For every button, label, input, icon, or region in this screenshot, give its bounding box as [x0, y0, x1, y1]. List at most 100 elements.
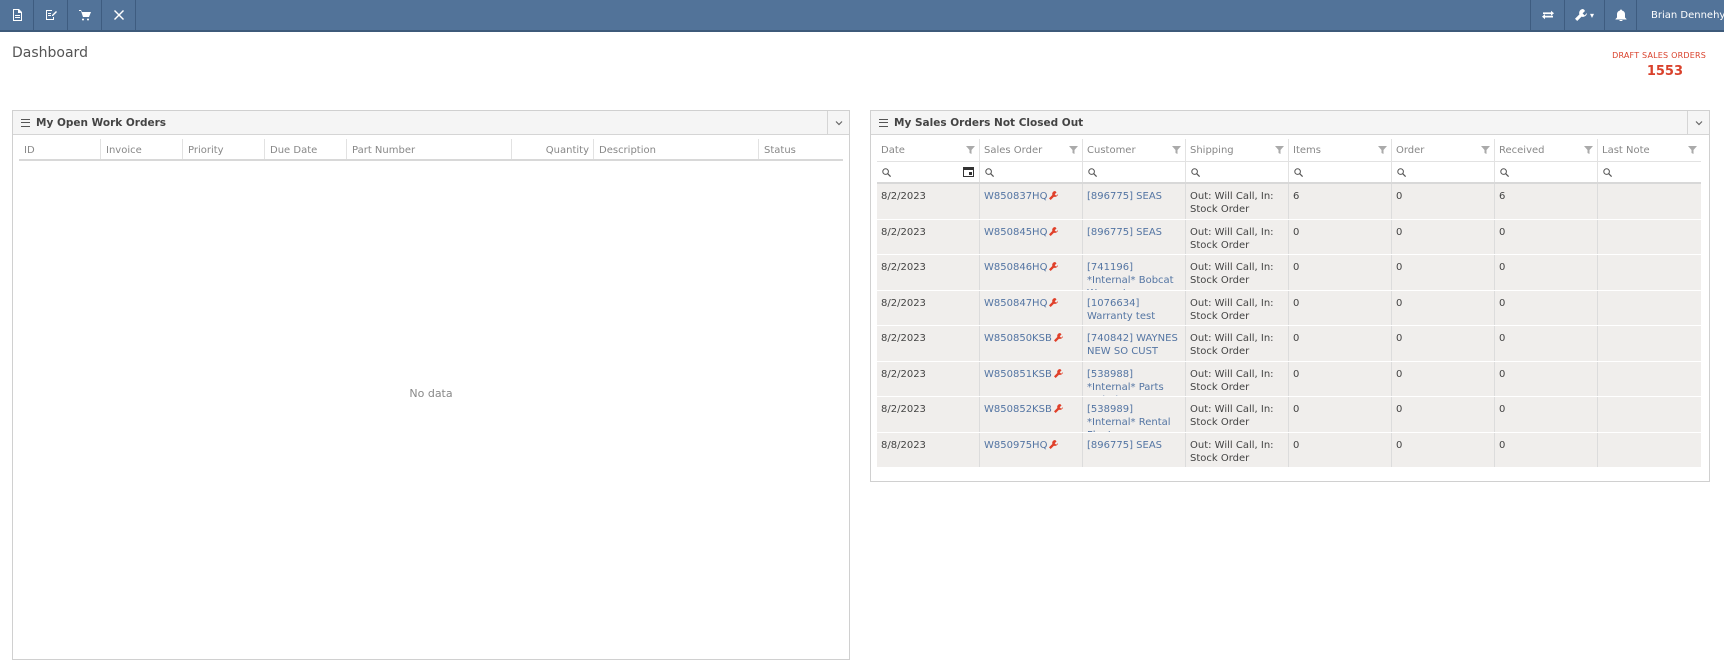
sales-order-link-text[interactable]: W850847HQ [984, 298, 1047, 309]
collapse-button[interactable] [1687, 111, 1709, 134]
table-row[interactable]: 8/2/2023 W850846HQ [741196] *Internal* Bob… [877, 255, 1701, 291]
filter-icon[interactable] [1688, 146, 1697, 154]
collapse-button[interactable] [827, 111, 849, 134]
filter-input-received[interactable] [1495, 162, 1598, 182]
sales-order-link[interactable]: W850837HQ [980, 184, 1083, 219]
wrench-icon[interactable] [1049, 191, 1059, 200]
draft-sales-orders-count[interactable]: 1553 [1647, 64, 1683, 79]
sales-order-link-text[interactable]: W850852KSB [984, 404, 1052, 415]
column-header-quantity[interactable]: Quantity [512, 139, 594, 159]
table-row[interactable]: 8/2/2023 W850852KSB [538989] *Internal* Re… [877, 397, 1701, 433]
filter-input-last-note[interactable] [1598, 162, 1701, 182]
customer-link[interactable]: [741196] *Internal* Bobcat Warranty [1083, 255, 1186, 290]
filter-input-date[interactable] [877, 162, 980, 182]
sales-order-link-text[interactable]: W850837HQ [984, 191, 1047, 202]
table-row[interactable]: 8/8/2023 W850975HQ [896775] SEAS Out: Will … [877, 432, 1701, 468]
wrench-icon[interactable] [1053, 404, 1063, 413]
sales-order-link[interactable]: W850846HQ [980, 255, 1083, 290]
last-note-cell [1598, 397, 1701, 432]
column-header-part-number[interactable]: Part Number [347, 139, 512, 159]
sales-order-link-text[interactable]: W850850KSB [984, 333, 1052, 344]
date-cell-text: 8/2/2023 [881, 368, 926, 380]
wrench-icon[interactable] [1049, 262, 1059, 271]
sales-order-link[interactable]: W850845HQ [980, 219, 1083, 254]
column-header-due-date[interactable]: Due Date [265, 139, 347, 159]
customer-link-text[interactable]: [538988] *Internal* Parts Ordering [1087, 369, 1164, 397]
edit-document-icon[interactable] [34, 0, 68, 30]
column-header-received[interactable]: Received [1495, 139, 1598, 161]
customer-link[interactable]: [896775] SEAS [1083, 432, 1186, 467]
column-header-description[interactable]: Description [594, 139, 759, 159]
column-header-order[interactable]: Order [1392, 139, 1495, 161]
customer-link-text[interactable]: [741196] *Internal* Bobcat Warranty [1087, 262, 1174, 290]
filter-input-order[interactable] [1392, 162, 1495, 182]
filter-input-customer[interactable] [1083, 162, 1186, 182]
customer-link[interactable]: [740842] WAYNES NEW SO CUST [1083, 326, 1186, 361]
chevron-down-icon [835, 120, 842, 125]
document-icon[interactable] [0, 0, 34, 30]
bell-icon[interactable] [1604, 0, 1636, 30]
column-header-priority[interactable]: Priority [183, 139, 265, 159]
cart-icon[interactable] [68, 0, 102, 30]
column-header-status[interactable]: Status [759, 139, 843, 159]
panel-title: My Sales Orders Not Closed Out [894, 116, 1084, 129]
wrench-icon[interactable] [1049, 226, 1059, 236]
sales-order-link-text[interactable]: W850851KSB [984, 369, 1052, 380]
customer-link-text[interactable]: [1076634] Warranty test [1087, 298, 1155, 322]
table-row[interactable]: 8/2/2023 W850845HQ [896775] SEAS Out: Will … [877, 219, 1701, 255]
filter-input-sales-order[interactable] [980, 162, 1083, 182]
customer-link[interactable]: [1076634] Warranty test [1083, 290, 1186, 325]
user-menu[interactable]: Brian Dennehy [1636, 0, 1724, 30]
customer-link-text[interactable]: [740842] WAYNES NEW SO CUST [1087, 333, 1178, 357]
customer-link[interactable]: [896775] SEAS [1083, 184, 1186, 219]
sales-order-link[interactable]: W850852KSB [980, 397, 1083, 432]
wrench-menu-button[interactable]: ▾ [1564, 0, 1604, 30]
filter-icon[interactable] [1069, 146, 1078, 154]
filter-input-shipping[interactable] [1186, 162, 1289, 182]
tools-icon[interactable] [102, 0, 136, 30]
wrench-icon[interactable] [1053, 368, 1063, 378]
draft-sales-orders-label[interactable]: DRAFT SALES ORDERS [1612, 51, 1706, 60]
filter-icon[interactable] [1584, 146, 1593, 154]
filter-icon[interactable] [966, 146, 975, 154]
column-header-sales-order[interactable]: Sales Order [980, 139, 1083, 161]
customer-link[interactable]: [538989] *Internal* Rental Fleet [1083, 397, 1186, 432]
filter-input-items[interactable] [1289, 162, 1392, 182]
sales-order-link[interactable]: W850850KSB [980, 326, 1083, 361]
hamburger-icon[interactable] [879, 118, 888, 127]
customer-link-text[interactable]: [896775] SEAS [1087, 191, 1162, 202]
wrench-icon[interactable] [1053, 333, 1063, 342]
customer-link[interactable]: [896775] SEAS [1083, 219, 1186, 254]
wrench-icon[interactable] [1049, 297, 1059, 307]
sales-order-link-text[interactable]: W850845HQ [984, 227, 1047, 238]
column-header-invoice[interactable]: Invoice [101, 139, 183, 159]
column-header-shipping[interactable]: Shipping [1186, 139, 1289, 161]
column-header-last-note[interactable]: Last Note [1598, 139, 1701, 161]
sales-order-link-text[interactable]: W850975HQ [984, 440, 1047, 451]
customer-link-text[interactable]: [896775] SEAS [1087, 227, 1162, 238]
sales-order-link[interactable]: W850851KSB [980, 361, 1083, 396]
calendar-icon[interactable] [963, 166, 974, 177]
filter-icon[interactable] [1172, 146, 1181, 154]
column-header-customer[interactable]: Customer [1083, 139, 1186, 161]
hamburger-icon[interactable] [21, 118, 30, 127]
filter-icon[interactable] [1481, 146, 1490, 154]
filter-icon[interactable] [1378, 146, 1387, 154]
swap-icon[interactable] [1530, 0, 1564, 30]
customer-link-text[interactable]: [896775] SEAS [1087, 440, 1162, 451]
table-row[interactable]: 8/2/2023 W850847HQ [1076634] Warranty test… [877, 290, 1701, 326]
customer-link-text[interactable]: [538989] *Internal* Rental Fleet [1087, 404, 1171, 432]
column-header-id[interactable]: ID [19, 139, 101, 159]
customer-link[interactable]: [538988] *Internal* Parts Ordering [1083, 361, 1186, 397]
sales-order-link-text[interactable]: W850846HQ [984, 262, 1047, 273]
filter-icon[interactable] [1275, 146, 1284, 154]
column-header-date[interactable]: Date [877, 139, 980, 161]
sales-order-link[interactable]: W850847HQ [980, 290, 1083, 325]
column-header-items[interactable]: Items [1289, 139, 1392, 161]
wrench-icon[interactable] [1049, 439, 1059, 449]
table-row[interactable]: 8/2/2023 W850837HQ [896775] SEAS Out: Will … [877, 184, 1701, 220]
sales-order-link[interactable]: W850975HQ [980, 432, 1083, 467]
table-row[interactable]: 8/2/2023 W850850KSB [740842] WAYNES NEW SO… [877, 326, 1701, 362]
table-row[interactable]: 8/2/2023 W850851KSB [538988] *Internal* Pa… [877, 361, 1701, 397]
received-cell-text: 0 [1499, 404, 1506, 415]
